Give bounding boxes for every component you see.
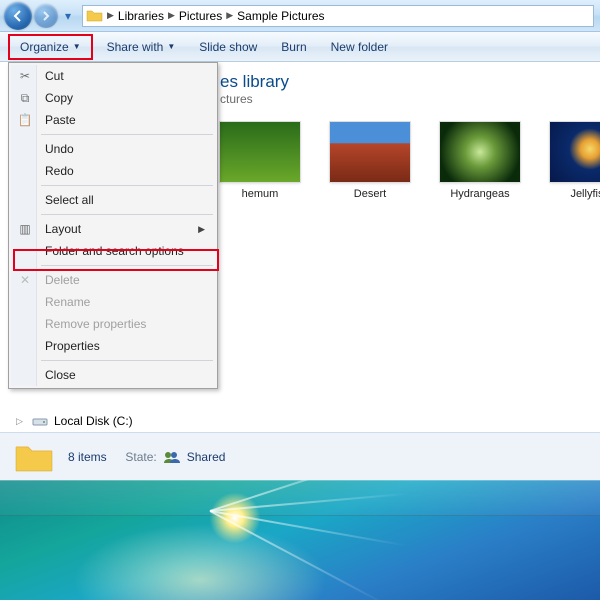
burn-button[interactable]: Burn	[269, 32, 318, 62]
back-button[interactable]	[4, 2, 32, 30]
organize-label: Organize	[20, 40, 69, 54]
drive-icon	[32, 414, 48, 428]
share-with-button[interactable]: Share with ▼	[95, 32, 188, 62]
new-folder-button[interactable]: New folder	[319, 32, 400, 62]
organize-menu: ✂Cut ⧉Copy 📋Paste Undo Redo Select all ▥…	[8, 62, 218, 389]
breadcrumb-seg[interactable]: Sample Pictures	[233, 9, 328, 23]
chevron-right-icon: ▶	[107, 10, 114, 21]
picture-item[interactable]: hemum	[220, 122, 300, 200]
menu-properties[interactable]: Properties	[11, 335, 215, 357]
shared-icon	[163, 450, 181, 464]
layout-icon: ▥	[17, 221, 33, 237]
taskbar[interactable]	[0, 480, 600, 516]
menu-redo[interactable]: Redo	[11, 160, 215, 182]
chevron-right-icon: ▶	[226, 10, 233, 21]
command-bar: Organize ▼ Share with ▼ Slide show Burn …	[0, 32, 600, 62]
menu-paste[interactable]: 📋Paste	[11, 109, 215, 131]
nav-bar: ▾ ▶ Libraries ▶ Pictures ▶ Sample Pictur…	[0, 0, 600, 32]
menu-delete[interactable]: ✕Delete	[11, 269, 215, 291]
library-subtitle: ctures	[220, 92, 600, 106]
paste-icon: 📋	[17, 112, 33, 128]
menu-layout[interactable]: ▥Layout▶	[11, 218, 215, 240]
delete-icon: ✕	[17, 272, 33, 288]
thumbnail-image	[220, 122, 300, 182]
thumbnail-image	[440, 122, 520, 182]
picture-item[interactable]: Jellyfish	[550, 122, 600, 200]
menu-remove-properties[interactable]: Remove properties	[11, 313, 215, 335]
desktop-wallpaper	[0, 480, 600, 600]
state-key: State:	[125, 450, 156, 464]
menu-select-all[interactable]: Select all	[11, 189, 215, 211]
picture-item[interactable]: Desert	[330, 122, 410, 200]
breadcrumb-seg[interactable]: Pictures	[175, 9, 226, 23]
state-value: Shared	[187, 450, 226, 464]
forward-button[interactable]	[34, 4, 58, 28]
submenu-arrow-icon: ▶	[198, 224, 205, 235]
menu-copy[interactable]: ⧉Copy	[11, 87, 215, 109]
menu-close[interactable]: Close	[11, 364, 215, 386]
arrow-left-icon	[11, 9, 25, 23]
address-bar[interactable]: ▶ Libraries ▶ Pictures ▶ Sample Pictures	[82, 5, 594, 27]
thumbnail-image	[330, 122, 410, 182]
copy-icon: ⧉	[17, 90, 33, 106]
menu-undo[interactable]: Undo	[11, 138, 215, 160]
breadcrumb-seg[interactable]: Libraries	[114, 9, 168, 23]
cut-icon: ✂	[17, 68, 33, 84]
picture-item[interactable]: Hydrangeas	[440, 122, 520, 200]
dropdown-icon: ▼	[167, 42, 175, 51]
folder-icon	[14, 440, 54, 474]
menu-folder-options[interactable]: Folder and search options	[11, 240, 215, 262]
slideshow-button[interactable]: Slide show	[187, 32, 269, 62]
organize-button[interactable]: Organize ▼	[8, 34, 93, 60]
arrow-right-icon	[40, 10, 52, 22]
thumbnail-image	[550, 122, 600, 182]
chevron-right-icon: ▶	[168, 10, 175, 21]
nav-history-dropdown[interactable]: ▾	[60, 6, 76, 26]
menu-cut[interactable]: ✂Cut	[11, 65, 215, 87]
menu-rename[interactable]: Rename	[11, 291, 215, 313]
item-count: 8 items	[68, 450, 107, 464]
tree-item-local-c[interactable]: ▷Local Disk (C:)	[16, 412, 133, 430]
dropdown-icon: ▼	[73, 42, 81, 51]
details-pane: 8 items State: Shared	[0, 432, 600, 480]
folder-icon	[86, 7, 104, 25]
expand-icon: ▷	[16, 416, 26, 427]
library-title: es library	[220, 72, 600, 92]
